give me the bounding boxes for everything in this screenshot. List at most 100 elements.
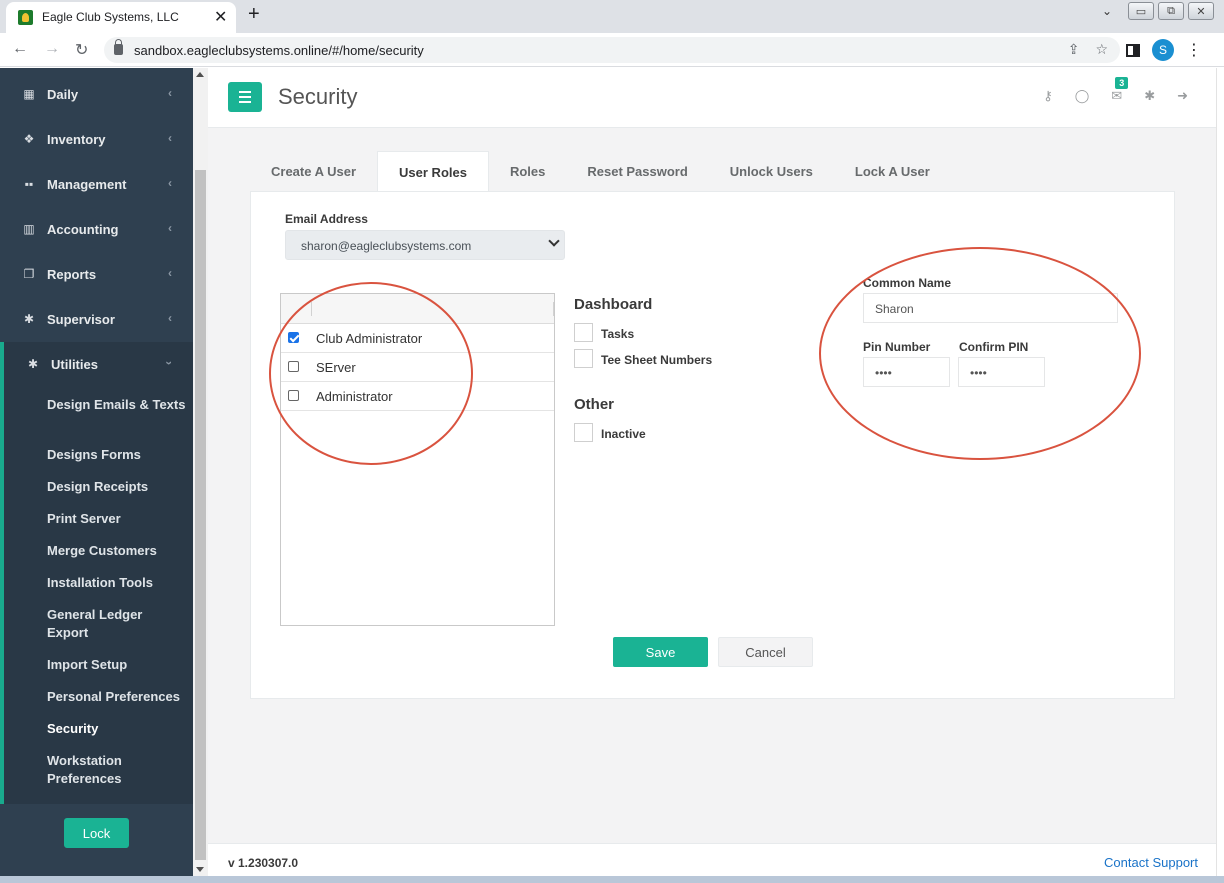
tab-roles[interactable]: Roles (489, 151, 566, 192)
sidebar-item-management[interactable]: ▪▪ Management ‹ (0, 162, 193, 207)
sidebar-item-reports[interactable]: ❐ Reports ‹ (0, 252, 193, 297)
tab-close-icon[interactable]: ✕ (214, 7, 227, 27)
roles-list-header (281, 294, 554, 324)
browser-tab-title: Eagle Club Systems, LLC (42, 10, 179, 24)
sidebar-item-utilities[interactable]: ✱ Utilities ‹ (0, 342, 193, 387)
sidebar-sub-personal-preferences[interactable]: Personal Preferences (47, 688, 187, 706)
cancel-button[interactable]: Cancel (718, 637, 813, 667)
common-name-label: Common Name (863, 276, 952, 290)
tab-reset-password[interactable]: Reset Password (566, 151, 708, 192)
role-row[interactable]: Club Administrator (281, 324, 554, 353)
lock-button[interactable]: Lock (64, 818, 129, 848)
restore-button[interactable]: ⧉ (1158, 2, 1184, 20)
role-label: Administrator (316, 389, 393, 404)
profile-avatar[interactable]: S (1152, 39, 1174, 61)
role-row[interactable]: Administrator (281, 382, 554, 411)
gear-icon: ✱ (27, 357, 39, 371)
inactive-label: Inactive (601, 427, 646, 441)
sidebar-sub-print-server[interactable]: Print Server (47, 510, 187, 528)
new-tab-button[interactable]: + (248, 3, 260, 26)
forward-icon[interactable]: → (44, 40, 60, 58)
contact-support-link[interactable]: Contact Support (1104, 855, 1198, 870)
url-text[interactable]: sandbox.eagleclubsystems.online/#/home/s… (134, 43, 424, 58)
sidebar-sub-workstation-preferences[interactable]: Workstation Preferences (47, 752, 137, 788)
chevron-down-icon (548, 235, 560, 247)
common-name-input[interactable]: Sharon (863, 293, 1118, 323)
mail-icon[interactable]: ✉ 3 (1111, 77, 1129, 104)
tab-search-icon[interactable]: ⌄ (1102, 4, 1112, 18)
sidebar-item-supervisor[interactable]: ✱ Supervisor ‹ (0, 297, 193, 342)
sign-out-icon[interactable]: ➜ (1177, 88, 1188, 104)
sidebar-sub-merge-customers[interactable]: Merge Customers (47, 542, 187, 560)
email-label: Email Address (285, 212, 368, 226)
tab-unlock-users[interactable]: Unlock Users (709, 151, 834, 192)
save-button[interactable]: Save (613, 637, 708, 667)
inactive-checkbox[interactable] (574, 423, 593, 442)
gear-icon[interactable]: ✱ (1144, 88, 1155, 104)
sidebar-sub-installation-tools[interactable]: Installation Tools (47, 574, 187, 592)
tab-create-a-user[interactable]: Create A User (250, 151, 377, 192)
confirm-pin-input[interactable]: •••• (958, 357, 1045, 387)
pin-number-label: Pin Number (863, 340, 931, 354)
confirm-pin-value: •••• (970, 366, 987, 380)
sidebar-sub-security[interactable]: Security (47, 720, 187, 738)
tab-lock-a-user[interactable]: Lock A User (834, 151, 951, 192)
tee-sheet-numbers-label: Tee Sheet Numbers (601, 353, 713, 367)
tasks-checkbox[interactable] (574, 323, 593, 342)
role-checkbox[interactable] (288, 361, 299, 372)
calendar-icon: ▦ (23, 87, 35, 101)
chevron-left-icon: ‹ (168, 266, 172, 280)
sidebar-item-inventory[interactable]: ❖ Inventory ‹ (0, 117, 193, 162)
sidebar-sub-general-ledger-export[interactable]: General Ledger Export (47, 606, 187, 642)
tab-user-roles[interactable]: User Roles (377, 151, 489, 192)
reload-icon[interactable]: ↻ (75, 40, 88, 60)
sidebar-item-label: Supervisor (47, 312, 115, 327)
url-bar[interactable]: sandbox.eagleclubsystems.online/#/home/s… (104, 37, 1120, 63)
email-select-value: sharon@eagleclubsystems.com (301, 239, 472, 253)
sidebar: ▦ Daily ‹ ❖ Inventory ‹ ▪▪ Management ‹ … (0, 68, 193, 883)
browser-tab[interactable]: Eagle Club Systems, LLC ✕ (6, 2, 236, 33)
scroll-down-icon[interactable] (196, 867, 204, 872)
sidebar-sub-design-receipts[interactable]: Design Receipts (47, 478, 187, 496)
side-panel-icon[interactable] (1126, 43, 1140, 57)
menu-toggle-button[interactable] (228, 82, 262, 112)
pin-number-input[interactable]: •••• (863, 357, 950, 387)
page-scrollbar[interactable] (1216, 68, 1224, 883)
dashboard-heading: Dashboard (574, 296, 653, 313)
roles-list: Club Administrator SErver Administrator (280, 293, 555, 626)
sidebar-sub-import-setup[interactable]: Import Setup (47, 656, 187, 674)
sidebar-item-daily[interactable]: ▦ Daily ‹ (0, 72, 193, 117)
chevron-left-icon: ‹ (168, 311, 172, 325)
browser-tabstrip: Eagle Club Systems, LLC ✕ + ⌄ ▭ ⧉ ✕ (0, 0, 1224, 33)
chevron-down-icon: ‹ (161, 361, 175, 365)
email-select[interactable]: sharon@eagleclubsystems.com (285, 230, 565, 260)
role-checkbox[interactable] (288, 390, 299, 401)
sidebar-item-label: Accounting (47, 222, 119, 237)
sidebar-sub-design-emails[interactable]: Design Emails & Texts (47, 396, 187, 414)
sidebar-sub-designs-forms[interactable]: Designs Forms (47, 446, 187, 464)
cubes-icon: ❖ (23, 132, 35, 146)
version-text: v 1.230307.0 (228, 856, 299, 870)
sidebar-scrollbar[interactable] (193, 68, 208, 876)
key-icon[interactable]: ⚷ (1043, 88, 1053, 104)
role-row[interactable]: SErver (281, 353, 554, 382)
scroll-up-icon[interactable] (196, 72, 204, 77)
close-window-button[interactable]: ✕ (1188, 2, 1214, 20)
bookmark-star-icon[interactable]: ☆ (1095, 41, 1108, 58)
back-icon[interactable]: ← (12, 40, 28, 58)
chevron-left-icon: ‹ (168, 176, 172, 190)
chat-icon[interactable]: ◯ (1075, 88, 1090, 104)
page-title: Security (278, 84, 358, 109)
role-label: SErver (316, 360, 356, 375)
minimize-button[interactable]: ▭ (1128, 2, 1154, 20)
scrollbar-thumb[interactable] (195, 170, 206, 860)
lock-icon[interactable] (114, 39, 123, 55)
user-roles-panel: Email Address sharon@eagleclubsystems.co… (250, 191, 1175, 699)
sidebar-item-accounting[interactable]: ▥ Accounting ‹ (0, 207, 193, 252)
role-checkbox[interactable] (288, 332, 299, 343)
copy-icon: ❐ (23, 267, 35, 281)
browser-menu-icon[interactable]: ⋮ (1186, 40, 1202, 60)
common-name-value: Sharon (875, 302, 914, 316)
tee-sheet-numbers-checkbox[interactable] (574, 349, 593, 368)
share-icon[interactable]: ⇪ (1068, 41, 1080, 58)
